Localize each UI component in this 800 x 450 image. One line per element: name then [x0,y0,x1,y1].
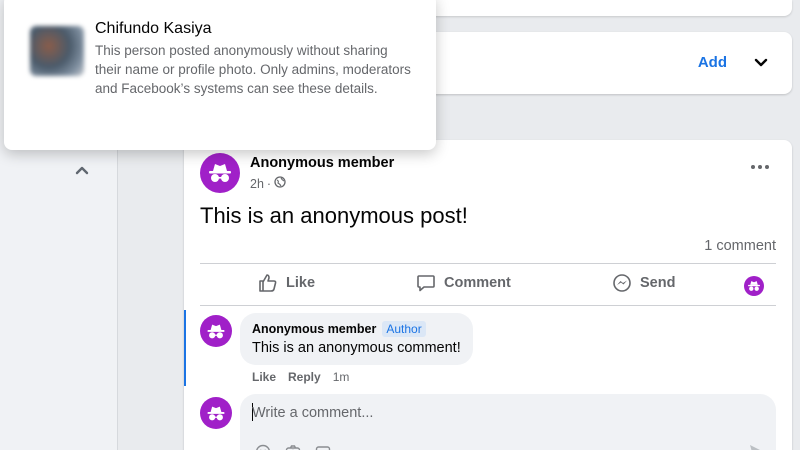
like-icon [259,274,277,292]
chevron-down-icon[interactable] [752,54,770,72]
incognito-icon [207,406,225,420]
post-time[interactable]: 2h [250,177,264,191]
author-badge: Author [382,321,426,337]
composer-tools [254,443,332,450]
comment-header: Anonymous member Author [252,321,461,337]
post-meta: 2h · [250,176,286,191]
meta-separator: · [266,176,272,191]
more-icon[interactable] [750,162,770,172]
comment-time[interactable]: 1m [333,370,350,384]
tooltip-name: Chifundo Kasiya [95,20,212,37]
anonymous-avatar[interactable] [200,397,232,429]
comment-bubble: Anonymous member Author This is an anony… [240,313,473,365]
highlight-bar [184,310,186,386]
like-button[interactable]: Like [258,273,315,293]
send-arrow-icon[interactable] [748,443,766,450]
comment: Anonymous member Author This is an anony… [184,310,792,388]
comment-label: Comment [444,275,511,291]
incognito-icon [748,281,760,291]
chevron-up-icon[interactable] [72,160,92,180]
incognito-icon [209,164,231,182]
comment-reply-link[interactable]: Reply [288,370,321,384]
add-link[interactable]: Add [698,54,727,71]
comment-input[interactable]: Write a comment... [240,394,776,450]
comment-placeholder: Write a comment... [252,405,374,421]
comment-author[interactable]: Anonymous member [252,322,376,336]
comment-count[interactable]: 1 comment [704,238,776,254]
reaction-as-avatar[interactable] [744,276,764,296]
post-actions: Like Comment Send [200,265,776,305]
comment-icon [417,275,435,292]
post-text: This is an anonymous post! [200,203,468,228]
anonymous-avatar[interactable] [200,315,232,347]
gif-icon[interactable] [314,443,332,450]
send-button[interactable]: Send [612,273,675,293]
identity-tooltip: Chifundo Kasiya This person posted anony… [4,0,436,150]
send-label: Send [640,275,676,291]
divider [200,305,776,306]
post-card: Anonymous member 2h · This is an anonymo… [184,140,792,450]
globe-icon [274,176,286,191]
comment-composer: Write a comment... [184,394,792,450]
divider [200,263,776,264]
comment-text: This is an anonymous comment! [252,340,461,356]
messenger-icon [613,274,631,292]
profile-photo-blurred [30,26,84,76]
post-author[interactable]: Anonymous member [250,155,394,171]
comment-like-link[interactable]: Like [252,370,276,384]
tooltip-description: This person posted anonymously without s… [95,43,411,96]
emoji-icon[interactable] [254,443,272,450]
camera-icon[interactable] [284,443,302,450]
like-label: Like [286,275,316,291]
comment-actions: Like Reply 1m [252,370,349,384]
comment-button[interactable]: Comment [416,273,511,293]
anonymous-avatar[interactable] [200,153,240,193]
top-card-edge [420,0,792,16]
incognito-icon [207,324,225,338]
